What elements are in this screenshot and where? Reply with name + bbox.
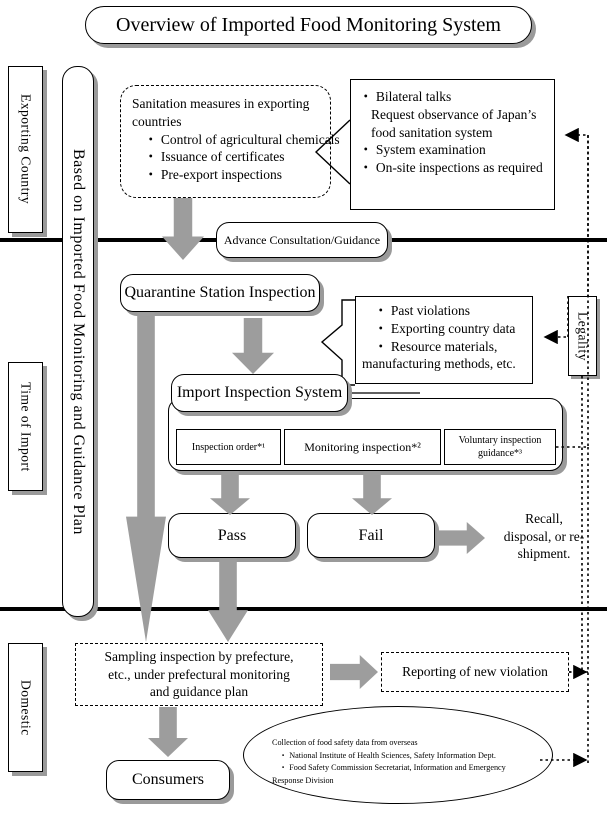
arrow-inspection-to-fail (352, 471, 392, 515)
diagram-title-text: Overview of Imported Food Monitoring Sys… (116, 13, 501, 36)
overseas-heading: Collection of food safety data from over… (272, 738, 418, 747)
arrow-sampling-to-consumers (148, 707, 188, 757)
diagram-title: Overview of Imported Food Monitoring Sys… (85, 6, 532, 44)
bilateral-item-1: Request observance of Japan’s (371, 106, 537, 122)
arrow-inspection-to-pass (210, 471, 250, 515)
reporting-violation-text: Reporting of new violation (402, 664, 548, 679)
sanitation-measures-list: Sanitation measures in exporting countri… (132, 95, 340, 184)
recall-text: Recall, disposal, or re- shipment. (484, 510, 604, 563)
overseas-item-0: ・ National Institute of Health Sciences,… (279, 750, 496, 760)
arrow-fail-to-recall (437, 522, 485, 554)
advance-consultation-box: Advance Consultation/Guidance (216, 222, 388, 258)
pass-text: Pass (217, 526, 247, 544)
reporting-violation-box: Reporting of new violation (381, 652, 569, 692)
sampling-inspection-box: Sampling inspection by prefecture, etc.,… (75, 643, 323, 706)
sanitation-item-1: ・ Issuance of certificates (144, 149, 285, 165)
plan-band: Based on Imported Food Monitoring and Gu… (62, 66, 94, 617)
sanitation-heading-line1: Sanitation measures in exporting (132, 96, 310, 111)
section-label-time-of-import-text: Time of Import (18, 381, 34, 472)
violations-data-list: ・ Past violations ・ Exporting country da… (362, 302, 526, 373)
bilateral-item-2: food sanitation system (371, 124, 493, 140)
section-label-exporting-country-text: Exporting Country (18, 94, 34, 205)
dotted-feedback-bilateral (556, 127, 589, 448)
recall-line1: Recall, (525, 511, 563, 526)
overseas-item-1: ・ Food Safety Commission Secretariat, In… (279, 763, 506, 773)
bilateral-item-0: ・ Bilateral talks (359, 89, 452, 104)
import-inspection-system-text: Import Inspection System (176, 384, 343, 401)
overseas-item-2: Response Division (272, 776, 334, 786)
sanitation-item-0: ・ Control of agricultural chemicals (144, 131, 340, 147)
quarantine-station-text: Quarantine Station Inspection (124, 284, 316, 301)
sanitation-measures-box: Sanitation measures in exporting countri… (120, 85, 340, 198)
inspection-type-order: Inspection order*¹ (176, 429, 281, 465)
arrow-sampling-to-reporting (330, 655, 378, 689)
advance-consultation-text: Advance Consultation/Guidance (223, 232, 381, 247)
quarantine-station-box: Quarantine Station Inspection (120, 274, 320, 312)
section-label-exporting-country: Exporting Country (8, 66, 43, 233)
bracket-violations (320, 299, 355, 386)
violations-item-2: ・ Resource materials, (374, 338, 498, 354)
arrow-sanitation-to-quarantine (162, 198, 204, 260)
recall-line2: disposal, or re- (503, 528, 585, 544)
arrow-quarantine-to-sampling (126, 312, 166, 642)
sampling-line1: Sampling inspection by prefecture, (104, 648, 294, 664)
bilateral-talks-box: ・ Bilateral talks Request observance of … (350, 79, 555, 210)
overseas-data-list: Collection of food safety data from over… (272, 737, 540, 788)
arrow-quarantine-to-inspection (232, 318, 274, 374)
fail-box: Fail (307, 513, 435, 558)
recall-line3: shipment. (517, 546, 571, 562)
sanitation-heading-line2: countries (132, 113, 182, 129)
sampling-line3: and guidance plan (149, 684, 249, 700)
consumers-text: Consumers (132, 771, 204, 788)
consumers-box: Consumers (106, 760, 230, 800)
inspection-type-monitoring: Monitoring inspection*² (284, 429, 441, 465)
pass-box: Pass (168, 513, 296, 558)
violations-data-box: ・ Past violations ・ Exporting country da… (355, 296, 533, 384)
bilateral-item-3: ・ System examination (359, 142, 486, 158)
inspection-type-monitoring-text: Monitoring inspection*² (304, 439, 421, 454)
arrow-pass-to-sampling (208, 558, 248, 642)
inspection-type-voluntary-text: Voluntary inspection guidance*³ (458, 435, 542, 459)
bilateral-talks-list: ・ Bilateral talks Request observance of … (359, 88, 546, 177)
violations-item-0: ・ Past violations (374, 303, 471, 318)
plan-band-text: Based on Imported Food Monitoring and Gu… (70, 148, 87, 535)
diagram-canvas: Overview of Imported Food Monitoring Sys… (0, 0, 607, 813)
legality-band: Legality (568, 296, 597, 376)
violations-item-3: manufacturing methods, etc. (362, 356, 516, 372)
sanitation-item-2: ・ Pre-export inspections (144, 167, 282, 183)
sampling-line2: etc., under prefectural monitoring (108, 666, 290, 682)
violations-item-1: ・ Exporting country data (374, 320, 516, 336)
inspection-type-voluntary: Voluntary inspection guidance*³ (444, 429, 556, 465)
section-label-domestic-text: Domestic (18, 679, 34, 736)
section-label-time-of-import: Time of Import (8, 362, 43, 491)
section-label-domestic: Domestic (8, 643, 43, 772)
bilateral-item-4: ・ On-site inspections as required (359, 160, 543, 176)
legality-band-text: Legality (575, 311, 591, 361)
import-inspection-system-box: Import Inspection System (171, 374, 348, 412)
inspection-type-order-text: Inspection order*¹ (191, 441, 266, 453)
fail-text: Fail (358, 526, 384, 544)
